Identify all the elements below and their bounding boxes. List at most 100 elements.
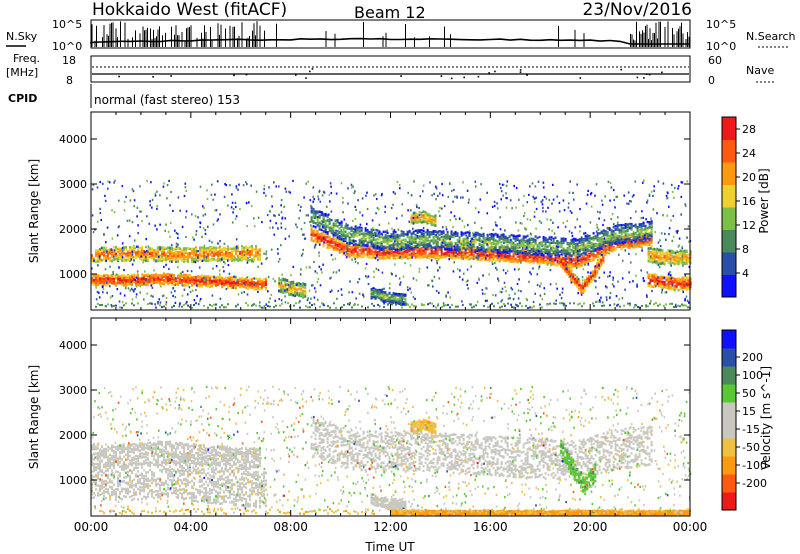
range-time-cell	[582, 255, 585, 258]
range-time-cell	[532, 259, 535, 263]
range-time-cell	[436, 248, 439, 252]
range-time-cell	[496, 251, 499, 254]
range-time-cell	[348, 227, 351, 230]
freq-top-tick: 18	[62, 54, 76, 67]
range-time-cell	[249, 278, 251, 281]
nsky-label: N.Sky	[6, 30, 38, 43]
range-time-cell	[235, 252, 237, 256]
range-time-cell	[328, 229, 331, 233]
range-time-cell	[119, 277, 121, 281]
range-time-cell	[191, 283, 193, 286]
range-time-cell	[376, 238, 379, 241]
range-time-cell	[426, 248, 429, 251]
range-time-cell	[227, 277, 229, 280]
range-time-cell	[364, 234, 367, 237]
range-time-cell	[490, 233, 493, 236]
range-time-cell	[352, 243, 355, 246]
range-time-cell	[610, 249, 613, 253]
range-time-cell	[446, 251, 449, 254]
range-time-cell	[149, 249, 151, 253]
range-time-cell	[358, 226, 361, 229]
range-time-cell	[145, 274, 147, 277]
range-time-cell	[177, 274, 179, 278]
freq-speck	[170, 75, 172, 77]
range-time-cell	[554, 263, 557, 266]
range-time-cell	[636, 240, 639, 244]
range-time-cell	[324, 231, 327, 234]
range-time-cell	[412, 238, 415, 241]
range-time-cell	[117, 277, 119, 280]
range-time-cell	[135, 255, 137, 258]
range-time-cell	[414, 234, 417, 237]
range-time-cell	[125, 259, 127, 262]
range-time-cell	[448, 239, 451, 243]
range-time-cell	[354, 233, 357, 237]
range-time-cell	[201, 249, 203, 252]
range-time-cell	[338, 230, 341, 234]
range-time-cell	[326, 232, 329, 235]
range-time-cell	[105, 277, 107, 280]
freq-speck	[118, 75, 120, 78]
range-time-cell	[418, 249, 421, 252]
range-time-cell	[446, 231, 449, 234]
range-time-cell	[183, 256, 185, 259]
range-time-cell	[448, 242, 451, 246]
range-time-cell	[476, 238, 479, 241]
range-time-cell	[538, 254, 541, 257]
range-time-cell	[169, 278, 171, 282]
range-time-cell	[418, 256, 421, 259]
range-time-cell	[380, 257, 383, 260]
range-time-cell	[229, 247, 231, 250]
range-time-cell	[360, 232, 363, 235]
range-time-cell	[490, 243, 493, 246]
range-time-cell	[129, 275, 131, 279]
range-time-cell	[570, 265, 573, 268]
range-time-cell	[135, 281, 137, 284]
range-time-cell	[574, 262, 577, 265]
range-time-cell	[490, 254, 493, 258]
radar-figure: Hokkaido West (fitACF) Beam 12 23/Nov/20…	[6, 0, 796, 554]
range-time-cell	[490, 258, 493, 261]
range-time-cell	[500, 254, 503, 257]
range-time-cell	[203, 252, 205, 255]
range-time-cell	[328, 238, 331, 241]
range-time-cell	[330, 245, 333, 248]
range-time-cell	[414, 237, 417, 241]
range-time-cell	[506, 243, 509, 247]
range-time-cell	[358, 239, 361, 242]
range-time-cell	[99, 274, 101, 277]
range-time-cell	[474, 235, 477, 238]
range-time-cell	[506, 259, 509, 262]
range-time-cell	[111, 281, 113, 284]
range-time-cell	[213, 279, 215, 283]
range-time-cell	[516, 255, 519, 258]
range-time-cell	[157, 276, 159, 280]
range-time-cell	[233, 249, 235, 252]
range-time-cell	[153, 274, 155, 277]
range-time-cell	[109, 251, 111, 254]
range-time-cell	[422, 255, 425, 259]
range-time-cell	[312, 239, 315, 243]
range-time-cell	[233, 281, 235, 284]
range-time-cell	[630, 243, 633, 246]
range-time-cell	[492, 248, 495, 251]
range-time-cell	[167, 251, 169, 254]
range-time-cell	[352, 251, 355, 255]
range-time-cell	[145, 259, 147, 262]
range-time-cell	[628, 246, 631, 250]
range-time-cell	[532, 256, 535, 260]
range-time-cell	[474, 231, 477, 235]
range-time-cell	[454, 232, 457, 235]
range-time-cell	[332, 246, 335, 250]
range-time-cell	[97, 277, 99, 280]
range-time-cell	[159, 274, 161, 278]
range-time-cell	[255, 285, 257, 288]
range-time-cell	[318, 236, 321, 239]
range-time-cell	[432, 253, 435, 257]
range-time-cell	[157, 250, 159, 253]
range-time-cell	[195, 253, 197, 257]
range-time-cell	[540, 257, 543, 260]
range-time-cell	[177, 281, 179, 284]
range-time-cell	[113, 252, 115, 255]
range-time-cell	[101, 277, 103, 281]
